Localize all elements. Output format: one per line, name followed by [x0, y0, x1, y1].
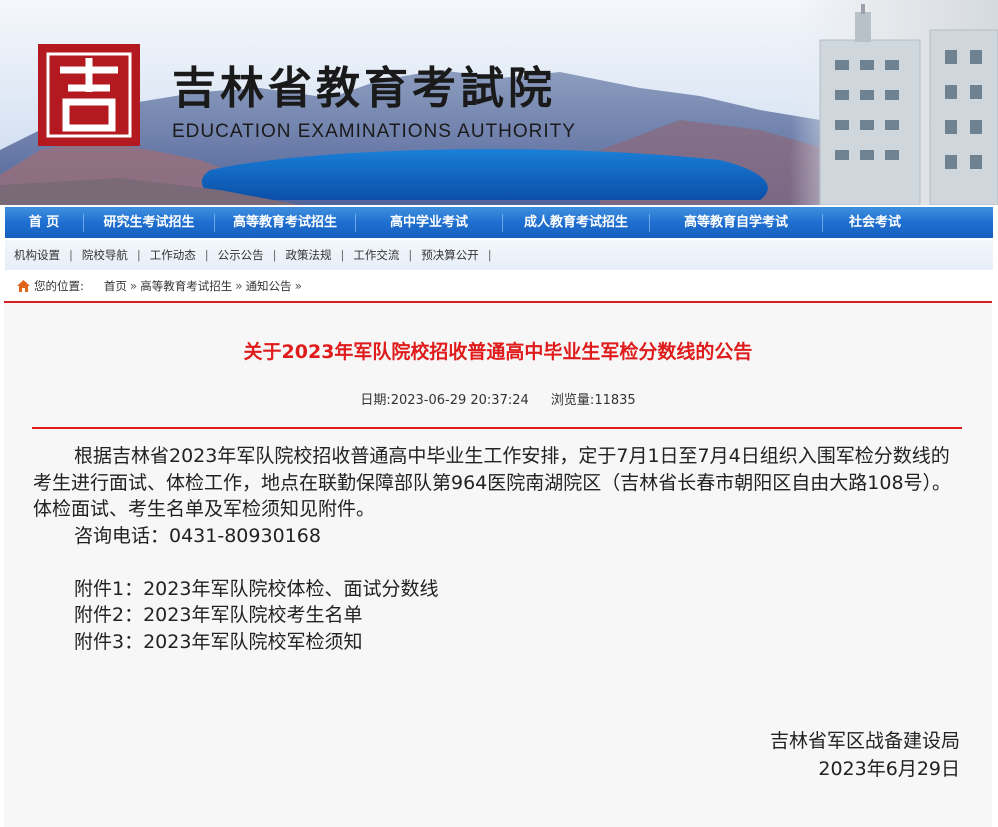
- subnav-college-navigation[interactable]: 院校导航: [73, 240, 137, 270]
- article-date: 2023-06-29 20:37:24: [390, 393, 529, 408]
- nav-divider: [502, 213, 503, 232]
- home-icon: [17, 279, 30, 292]
- breadcrumb-notices[interactable]: 通知公告: [246, 278, 292, 294]
- subnav-work-news[interactable]: 工作动态: [141, 240, 205, 270]
- site-subtitle: EDUCATION EXAMINATIONS AUTHORITY: [172, 121, 576, 142]
- attachment-link-2[interactable]: 附件2：2023年军队院校考生名单: [33, 602, 963, 629]
- date-label: 日期:: [360, 393, 391, 408]
- subnav-announcements[interactable]: 公示公告: [209, 240, 273, 270]
- site-title: 吉林省教育考試院: [172, 63, 556, 114]
- nav-divider: [83, 213, 84, 232]
- article: 关于2023年军队院校招收普通高中毕业生军检分数线的公告 日期:2023-06-…: [4, 301, 992, 827]
- breadcrumb-home[interactable]: 首页: [104, 278, 127, 294]
- nav-divider: [822, 213, 823, 232]
- nav-adult-education-exam[interactable]: 成人教育考试招生: [503, 207, 649, 238]
- title-divider: [32, 427, 962, 429]
- breadcrumb-higher-education[interactable]: 高等教育考试招生: [140, 278, 232, 294]
- view-count: 11835: [594, 393, 636, 408]
- nav-divider: [214, 213, 215, 232]
- subnav-policies[interactable]: 政策法规: [277, 240, 341, 270]
- header-banner: 吉林省教育考試院 EDUCATION EXAMINATIONS AUTHORIT…: [0, 0, 998, 205]
- chevron-double-right-icon: »: [129, 278, 138, 293]
- nav-social-exam[interactable]: 社会考试: [823, 207, 927, 238]
- chevron-double-right-icon: »: [294, 278, 302, 293]
- attachment-link-3[interactable]: 附件3：2023年军队院校军检须知: [33, 629, 963, 656]
- subnav-divider: |: [487, 248, 492, 262]
- signature-date: 2023年6月29日: [818, 758, 960, 780]
- breadcrumb-prefix: 您的位置:: [34, 278, 84, 293]
- contact-phone: 咨询电话：0431-80930168: [74, 524, 321, 547]
- logo-icon: [38, 44, 140, 146]
- article-title: 关于2023年军队院校招收普通高中毕业生军检分数线的公告: [243, 341, 753, 363]
- subnav-organization[interactable]: 机构设置: [5, 240, 69, 270]
- signature: 吉林省军区战备建设局 2023年6月29日: [770, 727, 960, 783]
- subnav-budget-disclosure[interactable]: 预决算公开: [412, 240, 488, 270]
- subnav-work-exchange[interactable]: 工作交流: [344, 240, 408, 270]
- article-body: 根据吉林省2023年军队院校招收普通高中毕业生工作安排，定于7月1日至7月4日组…: [33, 443, 963, 655]
- views-label: 浏览量:: [550, 393, 595, 408]
- article-meta: 日期:2023-06-29 20:37:24 浏览量:11835: [4, 389, 992, 408]
- article-paragraph: 根据吉林省2023年军队院校招收普通高中毕业生工作安排，定于7月1日至7月4日组…: [33, 445, 952, 520]
- nav-higher-education-exam[interactable]: 高等教育考试招生: [215, 207, 355, 238]
- nav-high-school-exam[interactable]: 高中学业考试: [356, 207, 502, 238]
- nav-divider: [355, 213, 356, 232]
- nav-divider: [649, 213, 650, 232]
- nav-graduate-exam[interactable]: 研究生考试招生: [84, 207, 214, 238]
- attachment-link-1[interactable]: 附件1：2023年军队院校体检、面试分数线: [33, 576, 963, 603]
- main-nav: 首 页 研究生考试招生 高等教育考试招生 高中学业考试 成人教育考试招生 高等教…: [5, 207, 993, 238]
- signature-org: 吉林省军区战备建设局: [769, 730, 960, 752]
- nav-home[interactable]: 首 页: [5, 207, 83, 238]
- nav-self-study-exam[interactable]: 高等教育自学考试: [650, 207, 822, 238]
- breadcrumb: 您的位置: 首页 » 高等教育考试招生 » 通知公告 »: [5, 272, 993, 299]
- sub-nav: 机构设置 | 院校导航 | 工作动态 | 公示公告 | 政策法规 | 工作交流 | 预决算公…: [5, 240, 993, 270]
- chevron-double-right-icon: »: [235, 278, 243, 293]
